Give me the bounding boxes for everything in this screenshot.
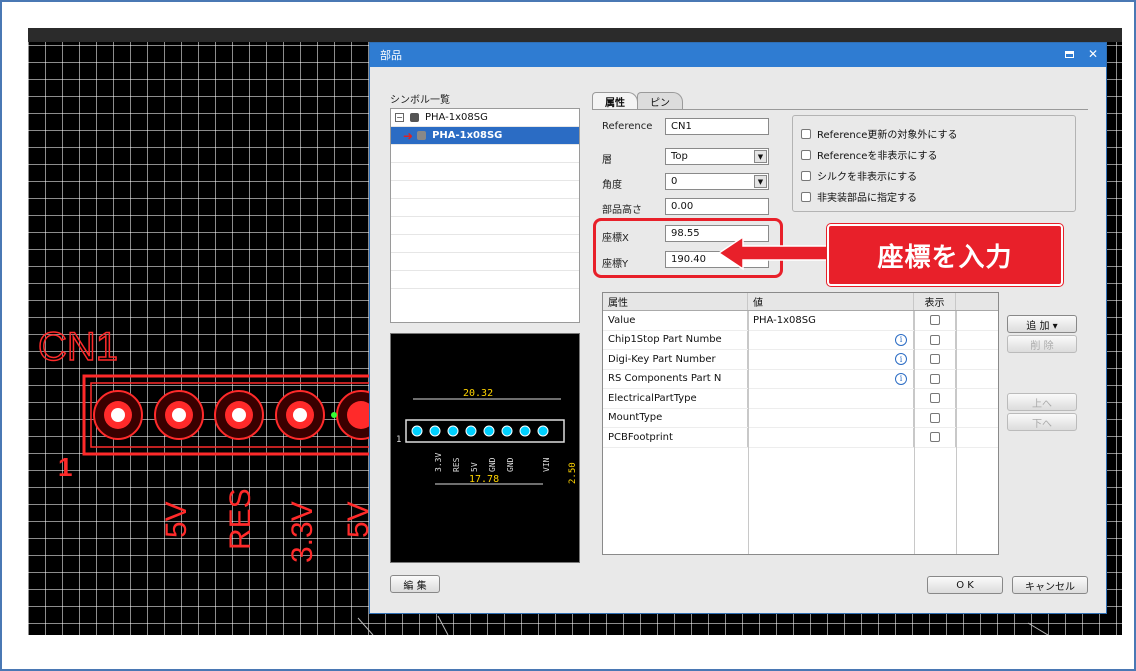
table-row[interactable]: MountType bbox=[603, 408, 998, 428]
part-properties-dialog: 部品 ✕ シンボル一覧 − PHA-1x08SG ➜ PHA-1x08SG 20… bbox=[369, 42, 1107, 614]
callout-arrow-icon bbox=[717, 235, 831, 271]
move-up-button[interactable]: 上へ bbox=[1007, 393, 1077, 411]
option-hide-reference[interactable]: Referenceを非表示にする bbox=[801, 147, 937, 162]
height-label: 部品高さ bbox=[602, 205, 642, 216]
symbol-tree-child-selected[interactable]: ➜ PHA-1x08SG bbox=[391, 127, 579, 145]
dropdown-arrow-icon[interactable]: ▼ bbox=[754, 175, 767, 188]
checkbox[interactable] bbox=[801, 170, 811, 181]
symbol-list-label: シンボル一覧 bbox=[390, 95, 450, 106]
svg-text:3.3V: 3.3V bbox=[434, 453, 443, 472]
ok-button[interactable]: O K bbox=[927, 576, 1003, 594]
visible-checkbox[interactable] bbox=[929, 315, 940, 326]
svg-text:GND: GND bbox=[506, 457, 515, 472]
dialog-title: 部品 bbox=[380, 49, 402, 62]
header-visible[interactable]: 表示 bbox=[914, 293, 956, 310]
layer-value: Top bbox=[671, 151, 688, 162]
reference-label: Reference bbox=[602, 121, 653, 132]
layer-label: 層 bbox=[602, 155, 612, 166]
svg-text:RES: RES bbox=[452, 457, 461, 472]
symbol-name: PHA-1x08SG bbox=[432, 130, 503, 141]
svg-text:GND: GND bbox=[488, 457, 497, 472]
tab-pins[interactable]: ピン bbox=[637, 92, 683, 110]
angle-value: 0 bbox=[671, 176, 678, 187]
symbol-tree-parent[interactable]: − PHA-1x08SG bbox=[391, 109, 579, 127]
callout-label: 座標を入力 bbox=[827, 224, 1063, 286]
table-row[interactable]: ElectricalPartType bbox=[603, 389, 998, 409]
table-row[interactable]: Chip1Stop Part Numbe i bbox=[603, 330, 998, 350]
table-row[interactable]: Digi-Key Part Number i bbox=[603, 350, 998, 370]
visible-checkbox[interactable] bbox=[929, 412, 940, 423]
svg-text:5V: 5V bbox=[470, 462, 479, 472]
tab-bar: 属性 ピン bbox=[592, 92, 683, 110]
table-row[interactable]: Value PHA-1x08SG bbox=[603, 311, 998, 331]
preview-pitch-dim: 17.78 bbox=[469, 474, 499, 485]
net-label-res: RES bbox=[224, 488, 257, 550]
option-hide-silk[interactable]: シルクを非表示にする bbox=[801, 168, 917, 183]
current-arrow-icon: ➜ bbox=[403, 128, 414, 143]
close-icon[interactable]: ✕ bbox=[1086, 47, 1100, 61]
header-value[interactable]: 値 bbox=[748, 293, 914, 310]
height-input[interactable]: 0.00 bbox=[665, 198, 769, 215]
cancel-button[interactable]: キャンセル bbox=[1012, 576, 1088, 594]
preview-width-dim: 20.32 bbox=[463, 388, 493, 399]
header-attribute[interactable]: 属性 bbox=[603, 293, 748, 310]
preview-side-dim: 2.50 bbox=[568, 462, 578, 484]
footprint-preview: 20.32 1 3.3V RES 5V GND GND VIN 17.78 2. bbox=[390, 333, 580, 563]
dropdown-arrow-icon[interactable]: ▼ bbox=[754, 150, 767, 163]
svg-text:1: 1 bbox=[396, 435, 401, 445]
visible-checkbox[interactable] bbox=[929, 393, 940, 404]
symbol-list[interactable]: − PHA-1x08SG ➜ PHA-1x08SG bbox=[390, 108, 580, 323]
visible-checkbox[interactable] bbox=[929, 354, 940, 365]
dialog-titlebar: 部品 ✕ bbox=[370, 43, 1106, 67]
chip-icon bbox=[410, 113, 419, 122]
attribute-table[interactable]: 属性 値 表示 Value PHA-1x08SG Chip1Stop Part … bbox=[602, 292, 999, 555]
pcb-pads bbox=[93, 390, 386, 440]
collapse-icon[interactable]: − bbox=[395, 113, 404, 122]
pcb-ref-text: CN1 bbox=[38, 325, 118, 369]
symbol-name: PHA-1x08SG bbox=[425, 112, 488, 123]
table-row[interactable]: PCBFootprint bbox=[603, 428, 998, 448]
tab-attributes[interactable]: 属性 bbox=[592, 92, 638, 110]
table-row[interactable]: RS Components Part N i bbox=[603, 369, 998, 389]
svg-text:VIN: VIN bbox=[542, 457, 551, 472]
net-label-5v: 5V bbox=[160, 501, 193, 538]
move-down-button[interactable]: 下へ bbox=[1007, 413, 1077, 431]
pin1-label: 1 bbox=[58, 452, 72, 482]
option-non-mounted[interactable]: 非実装部品に指定する bbox=[801, 189, 917, 204]
maximize-icon[interactable] bbox=[1062, 47, 1076, 61]
layer-select[interactable]: Top ▼ bbox=[665, 148, 769, 165]
add-button[interactable]: 追 加 ▾ bbox=[1007, 315, 1077, 333]
visible-checkbox[interactable] bbox=[929, 432, 940, 443]
net-label-3v3: 3.3V bbox=[286, 501, 319, 563]
options-group: Reference更新の対象外にする Referenceを非表示にする シルクを… bbox=[792, 115, 1076, 212]
reference-input[interactable]: CN1 bbox=[665, 118, 769, 135]
info-icon[interactable]: i bbox=[895, 372, 907, 385]
info-icon[interactable]: i bbox=[895, 353, 907, 365]
angle-select[interactable]: 0 ▼ bbox=[665, 173, 769, 190]
delete-button[interactable]: 削 除 bbox=[1007, 335, 1077, 353]
screenshot-frame: CN1 1 5V RES 3.3V 5V 部品 ✕ シンボル一覧 − PHA-1… bbox=[0, 0, 1136, 671]
table-header: 属性 値 表示 bbox=[603, 293, 998, 311]
edit-button[interactable]: 編 集 bbox=[390, 575, 440, 593]
visible-checkbox[interactable] bbox=[929, 373, 940, 384]
visible-checkbox[interactable] bbox=[929, 334, 940, 345]
checkbox[interactable] bbox=[801, 149, 811, 160]
chip-icon bbox=[417, 131, 427, 140]
checkbox[interactable] bbox=[801, 128, 811, 139]
info-icon[interactable]: i bbox=[895, 333, 907, 346]
option-exclude-ref-update[interactable]: Reference更新の対象外にする bbox=[801, 126, 957, 141]
checkbox[interactable] bbox=[801, 191, 811, 202]
angle-label: 角度 bbox=[602, 180, 622, 191]
